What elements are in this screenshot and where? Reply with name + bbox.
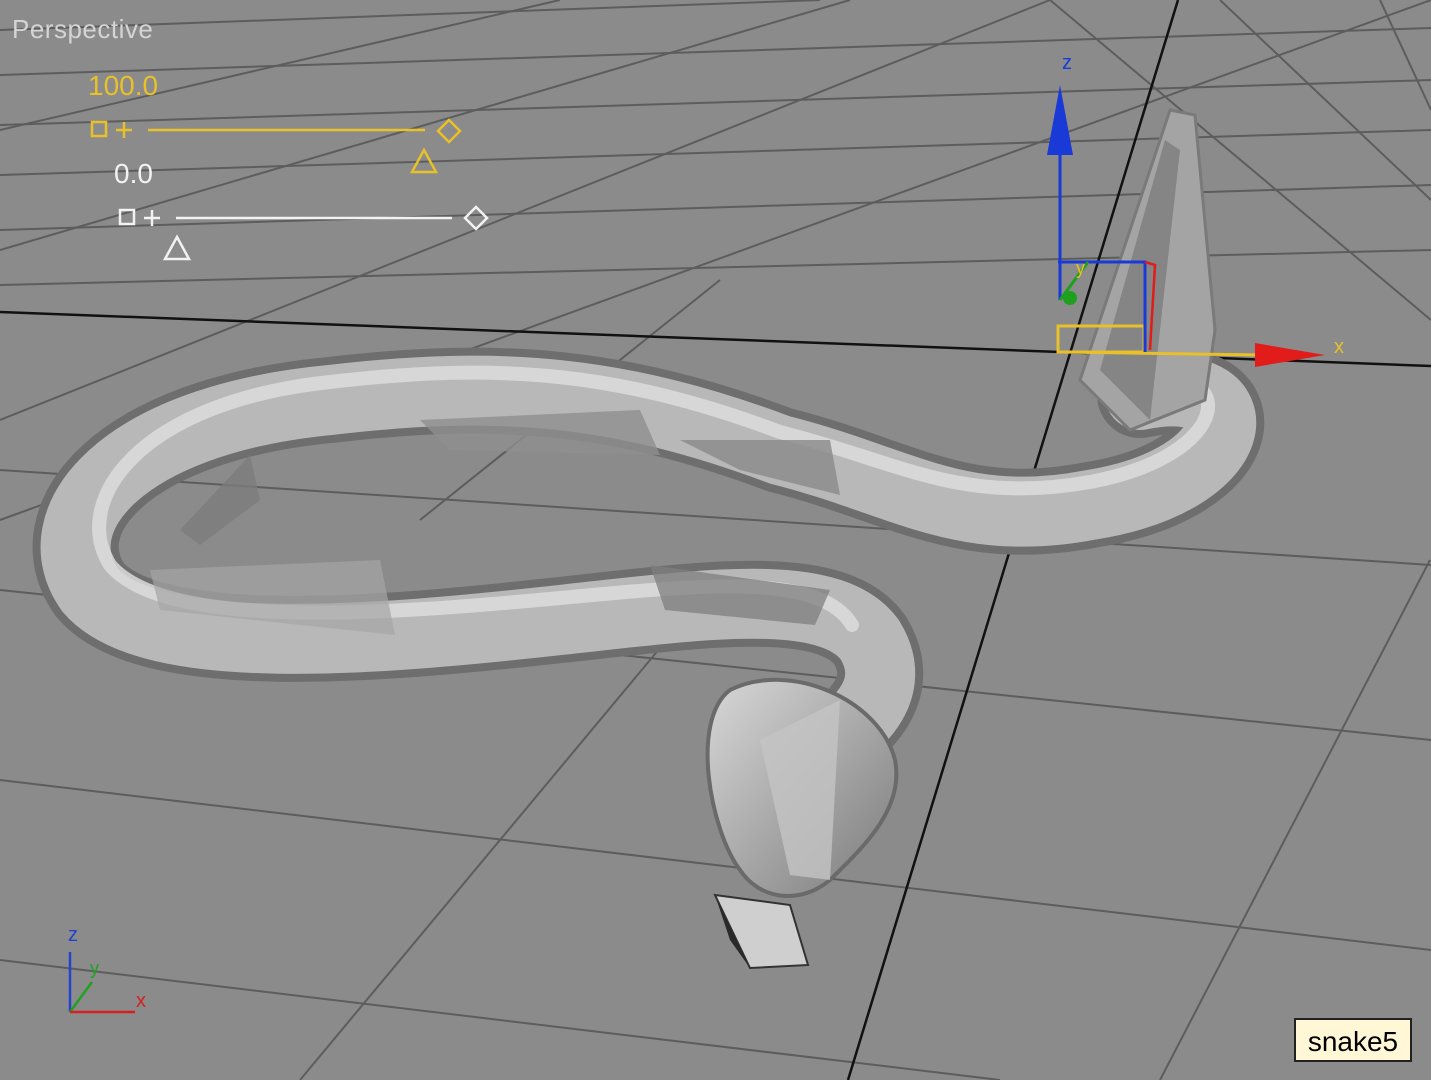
- world-axis-lines: [0, 0, 1431, 1080]
- slider-2-value: 0.0: [114, 158, 153, 189]
- viewport-label[interactable]: Perspective: [12, 14, 153, 45]
- perspective-viewport[interactable]: Perspective 100.0 0.0 z x y z y x snake5: [0, 0, 1431, 1080]
- morph-slider-2[interactable]: [118, 205, 489, 261]
- axis-tripod-icon: [68, 952, 135, 1014]
- slider-2-handle: [162, 234, 192, 261]
- gizmo-x-label: x: [1334, 336, 1344, 358]
- scene-canvas[interactable]: [0, 0, 1431, 1080]
- gizmo-y-label: y: [1076, 258, 1085, 278]
- tripod-y-label: y: [90, 958, 99, 978]
- tripod-z-label: z: [68, 924, 78, 946]
- gizmo-x-arrow: [1255, 343, 1325, 367]
- slider-2-plus-icon: [144, 210, 160, 226]
- object-name-tooltip: snake5: [1294, 1018, 1412, 1062]
- gizmo-z-label: z: [1062, 52, 1072, 74]
- gizmo-z-arrow: [1047, 85, 1073, 155]
- slider-1-key-box: [90, 120, 108, 138]
- slider-1-value: 100.0: [88, 70, 159, 101]
- snake-mesh[interactable]: [32, 108, 1264, 970]
- home-grid: [0, 0, 1431, 1080]
- tripod-x-label: x: [136, 990, 146, 1012]
- slider-1-end-diamond: [436, 118, 462, 144]
- slider-1-plus-icon: [116, 122, 132, 138]
